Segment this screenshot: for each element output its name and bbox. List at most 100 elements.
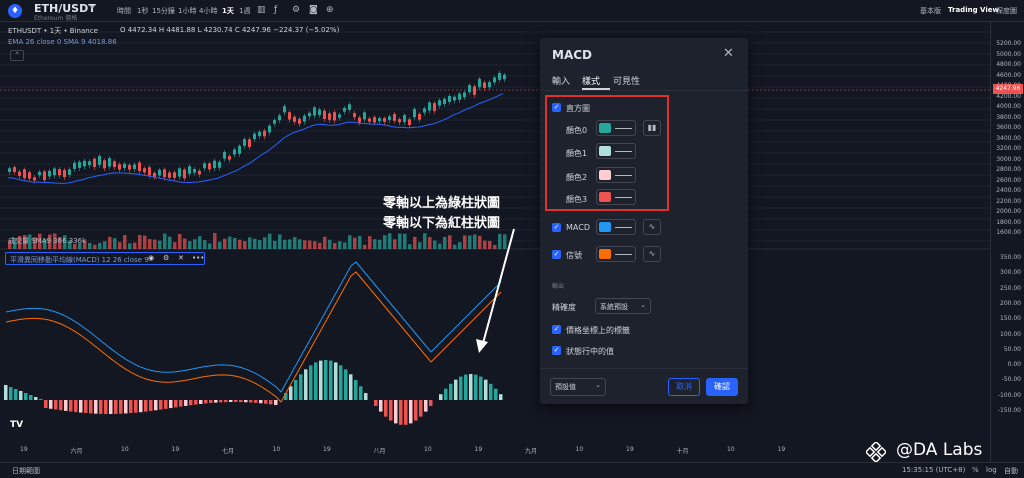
tf-4h[interactable]: 4小時 [199,6,217,16]
gear-icon[interactable]: ⚙ [163,254,169,262]
histogram-checkbox[interactable]: ✓ [552,103,561,112]
volume-bar [288,239,292,249]
precision-value: 系統預設 [600,303,628,311]
status-value-checkbox[interactable]: ✓ [552,346,561,355]
macd-histogram-bar [384,400,388,417]
signal-color-picker[interactable] [596,246,636,262]
camera-icon[interactable]: ◙ [309,5,318,15]
macd-histogram-bar [309,365,313,400]
symbol-dropdown-icon[interactable]: ▾ [90,3,95,13]
macd-histogram-bar [224,400,228,402]
volume-bar [143,236,147,249]
macd-checkbox[interactable]: ✓ [552,223,561,232]
candle [233,149,236,154]
candle [218,162,221,168]
price-label-checkbox[interactable]: ✓ [552,325,561,334]
histogram-style-icon[interactable]: ▮▮ [643,120,661,136]
price-axis[interactable]: 5200.005000.004800.004600.004400.004200.… [990,22,1024,462]
candle [98,156,101,165]
macd-histogram-bar [69,400,73,412]
line-style-icon [615,227,632,228]
active-tab-indicator [582,88,610,90]
candle [173,172,176,178]
legend-volume: 成交量 SMA9 366.336k [8,236,86,246]
price-tick: 3400.00 [996,135,1021,142]
macd-histogram-bar [419,400,423,417]
candle [463,92,466,97]
color0-picker[interactable] [596,120,636,136]
candle [353,113,356,117]
volume-bar [113,238,117,249]
line-type-icon[interactable]: ∿ [643,246,661,262]
binance-logo-icon [866,442,886,462]
tab-inputs[interactable]: 輸入 [552,74,570,87]
signal-checkbox[interactable]: ✓ [552,250,561,259]
percent-button[interactable]: % [972,466,979,474]
collapse-icon[interactable]: ⌃ [10,50,24,61]
color3-picker[interactable] [596,189,636,205]
volume-bar [303,240,307,249]
tab-style[interactable]: 樣式 [582,74,600,87]
macd-histogram-bar [289,386,293,400]
volume-bar [233,238,237,249]
tf-time[interactable]: 時間 [117,6,131,16]
date-range-button[interactable]: 日期範圍 [12,466,40,476]
volume-bar [448,235,452,249]
macd-histogram-bar [409,400,413,423]
tf-1h[interactable]: 1小時 [178,6,196,16]
tf-1s[interactable]: 1秒 [137,6,148,16]
time-tick: 19 [626,446,634,453]
depth-chart-link[interactable]: 深度圖 [996,6,1017,16]
time-tick: 19 [778,446,786,453]
color1-picker[interactable] [596,143,636,159]
candle [198,171,201,175]
tabs-divider [540,90,748,91]
candle [468,85,471,92]
log-button[interactable]: log [986,466,997,474]
candle [103,160,106,168]
precision-select[interactable]: 系統預設 ⌄ [595,298,651,314]
cancel-button[interactable]: 取消 [668,378,700,396]
eye-icon[interactable]: ◉ [148,254,154,262]
volume-bar [158,241,162,249]
macd-histogram-bar [129,400,133,413]
macd-color-picker[interactable] [596,219,636,235]
macd-histogram-bar [14,389,18,400]
volume-bar [208,243,212,249]
close-icon[interactable]: ✕ [178,254,184,262]
candle [388,116,391,120]
tab-visibility[interactable]: 可見性 [613,74,640,87]
ok-button[interactable]: 確認 [706,378,738,396]
chart-type-icon[interactable]: ▥ [257,5,266,15]
tf-1d[interactable]: 1天 [222,6,234,16]
tf-15m[interactable]: 15分鐘 [152,6,175,16]
basic-view-link[interactable]: 基本版 [920,6,941,16]
indicators-icon[interactable]: ƒ [274,5,277,15]
macd-legend-box[interactable]: 平滑異同移動平均線(MACD) 12 26 close 9 ◉ ⚙ ✕ ••• [5,252,205,265]
line-type-icon[interactable]: ∿ [643,219,661,235]
price-tick: 4600.00 [996,72,1021,79]
add-icon[interactable]: ⊕ [326,5,334,15]
macd-histogram-bar [54,400,58,409]
macd-histogram-bar [429,400,433,406]
tradingview-link[interactable]: Trading View [948,6,999,14]
more-icon[interactable]: ••• [192,254,204,262]
defaults-select[interactable]: 預設值 ⌄ [550,378,606,396]
volume-bar [328,240,332,249]
color2-picker[interactable] [596,167,636,183]
volume-bar [283,240,287,249]
candle [178,168,181,176]
macd-histogram-bar [29,395,33,400]
close-icon[interactable]: ✕ [723,46,734,61]
settings-icon[interactable]: ⚙ [292,5,300,15]
auto-button[interactable]: 自動 [1004,466,1018,476]
candle [483,83,486,88]
candle [498,73,501,80]
macd-histogram-bar [9,387,13,400]
volume-bar [318,243,322,249]
candle [213,161,216,168]
volume-bar [193,239,197,249]
candle [403,115,406,122]
macd-histogram-bar [304,369,308,400]
tf-1w[interactable]: 1週 [239,6,250,16]
